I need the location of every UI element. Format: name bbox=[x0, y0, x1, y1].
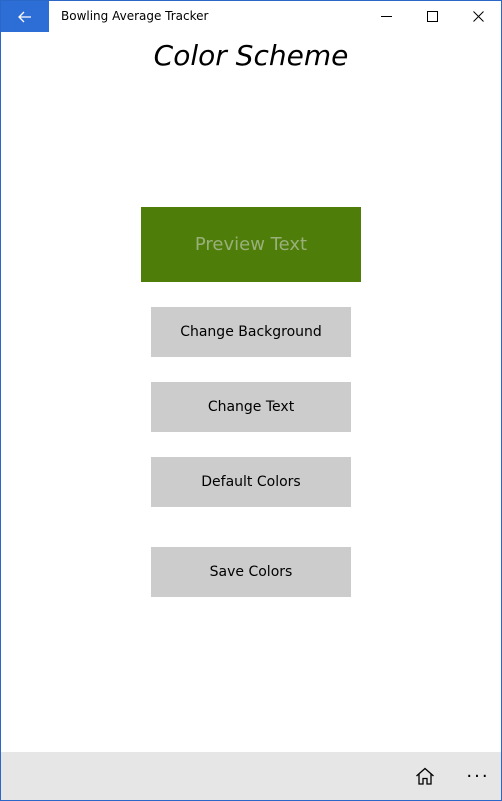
window-title: Bowling Average Tracker bbox=[61, 9, 209, 23]
title-bar: Bowling Average Tracker bbox=[1, 1, 501, 32]
command-bar: ··· bbox=[1, 752, 501, 800]
color-preview-box: Preview Text bbox=[141, 207, 361, 282]
back-button[interactable] bbox=[1, 1, 49, 32]
maximize-icon bbox=[426, 11, 438, 22]
change-text-button[interactable]: Change Text bbox=[151, 382, 351, 432]
close-button[interactable] bbox=[455, 1, 501, 32]
preview-text: Preview Text bbox=[194, 234, 308, 255]
close-icon bbox=[472, 11, 484, 22]
home-icon bbox=[416, 767, 434, 785]
save-colors-button[interactable]: Save Colors bbox=[151, 547, 351, 597]
default-colors-button[interactable]: Default Colors bbox=[151, 457, 351, 507]
minimize-icon bbox=[380, 16, 392, 17]
home-button[interactable] bbox=[403, 752, 447, 800]
more-icon: ··· bbox=[466, 765, 490, 787]
page-title: Color Scheme bbox=[153, 39, 349, 72]
minimize-button[interactable] bbox=[363, 1, 409, 32]
more-options-button[interactable]: ··· bbox=[455, 752, 501, 800]
maximize-button[interactable] bbox=[409, 1, 455, 32]
change-background-button[interactable]: Change Background bbox=[151, 307, 351, 357]
back-arrow-icon bbox=[18, 11, 31, 22]
app-window: Bowling Average Tracker Color Scheme Pre… bbox=[0, 0, 502, 801]
